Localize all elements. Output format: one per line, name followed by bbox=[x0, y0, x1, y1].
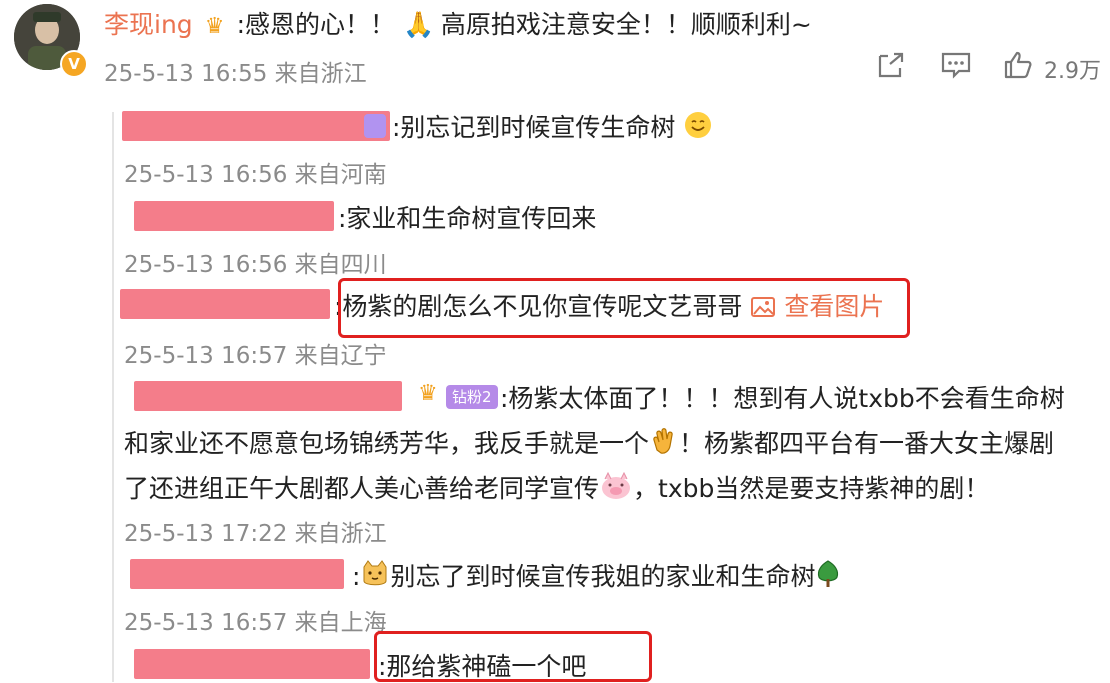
reply-1-timestamp: 25-5-13 16:56 bbox=[124, 162, 288, 188]
reply-5-text: 别忘了到时候宣传我姐的家业和生命树 bbox=[390, 562, 816, 591]
main-comment-text-2: 高原拍戏注意安全！！顺顺利利~ bbox=[440, 10, 812, 39]
reply-thread-line bbox=[112, 112, 114, 682]
reply-4-text-2a: 和家业还不愿意包场锦绣芳华，我反手就是一个 bbox=[124, 429, 650, 458]
reply-3-timestamp: 25-5-13 16:57 bbox=[124, 343, 288, 369]
cat-emoji-icon bbox=[360, 559, 390, 595]
reply-4-line-1: :杨紫太体面了！！！想到有人说txbb不会看生命树 bbox=[500, 379, 1065, 415]
verified-badge: V bbox=[60, 50, 88, 78]
main-comment-line: 李现ing ♛ :感恩的心！！ 🙏 高原拍戏注意安全！！顺顺利利~ bbox=[104, 5, 812, 41]
reply-2-location: 来自四川 bbox=[294, 252, 387, 278]
reply-1-location: 来自河南 bbox=[294, 162, 387, 188]
pig-emoji-icon bbox=[599, 471, 633, 507]
reply-1: :别忘记到时候宣传生命树 bbox=[392, 108, 713, 146]
reply-4-text-3b: ，txbb当然是要支持紫神的剧！ bbox=[633, 474, 990, 503]
pray-emoji-icon: 🙏 bbox=[402, 10, 435, 39]
like-button[interactable] bbox=[1003, 50, 1033, 80]
redacted-username bbox=[130, 559, 344, 589]
comment-button[interactable] bbox=[940, 50, 972, 80]
redacted-username bbox=[122, 111, 390, 141]
main-comment-text-1: :感恩的心！！ bbox=[236, 10, 396, 39]
crown-icon: ♛ bbox=[418, 381, 438, 406]
reply-2-timestamp: 25-5-13 16:56 bbox=[124, 252, 288, 278]
reply-5-prefix: : bbox=[352, 562, 361, 591]
like-icon bbox=[1003, 50, 1033, 80]
smile-emoji-icon bbox=[683, 110, 713, 146]
like-count: 2.9万 bbox=[1044, 59, 1101, 84]
reply-5-meta: 25-5-13 16:57 来自上海 bbox=[124, 603, 387, 637]
redacted-username bbox=[120, 289, 330, 319]
reply-1-meta: 25-5-13 16:56 来自河南 bbox=[124, 155, 387, 189]
main-location: 来自浙江 bbox=[274, 61, 367, 87]
clap-emoji-icon bbox=[649, 426, 679, 462]
redacted-username bbox=[134, 649, 370, 679]
redacted-username bbox=[134, 381, 402, 411]
reply-1-text: :别忘记到时候宣传生命树 bbox=[392, 113, 676, 142]
reply-5: : 别忘了到时候宣传我姐的家业和生命树 bbox=[352, 557, 841, 595]
share-button[interactable] bbox=[874, 50, 906, 80]
reply-4-location: 来自浙江 bbox=[294, 521, 387, 547]
share-icon bbox=[874, 50, 906, 80]
reply-4-line-2: 和家业还不愿意包场锦绣芳华，我反手就是一个 ！杨紫都四平台有一番大女主爆剧 bbox=[124, 424, 1054, 462]
main-timestamp: 25-5-13 16:55 bbox=[104, 61, 268, 87]
crown-icon: ♛ bbox=[204, 14, 225, 39]
highlight-box bbox=[338, 278, 910, 338]
redacted-username bbox=[134, 201, 334, 231]
main-comment-meta: 25-5-13 16:55 来自浙江 bbox=[104, 54, 367, 88]
reply-2-text: :家业和生命树宣传回来 bbox=[338, 204, 597, 233]
reply-4-text-2b: ！杨紫都四平台有一番大女主爆剧 bbox=[679, 429, 1055, 458]
reply-4-meta: 25-5-13 17:22 来自浙江 bbox=[124, 514, 387, 548]
reply-2-meta: 25-5-13 16:56 来自四川 bbox=[124, 245, 387, 279]
reply-3-meta: 25-5-13 16:57 来自辽宁 bbox=[124, 336, 387, 370]
reply-4-line-3: 了还进组正午大剧都人美心善给老同学宣传 ，txbb当然是要支持紫神的剧！ bbox=[124, 469, 989, 507]
reply-4-text-3a: 了还进组正午大剧都人美心善给老同学宣传 bbox=[124, 474, 600, 503]
reply-2: :家业和生命树宣传回来 bbox=[338, 199, 596, 235]
tree-emoji-icon bbox=[815, 559, 841, 595]
reply-4-text-1: :杨紫太体面了！！！想到有人说txbb不会看生命树 bbox=[500, 384, 1065, 413]
reply-3-location: 来自辽宁 bbox=[294, 343, 387, 369]
reply-5-location: 来自上海 bbox=[294, 610, 387, 636]
reply-5-timestamp: 25-5-13 16:57 bbox=[124, 610, 288, 636]
username[interactable]: 李现ing bbox=[104, 10, 193, 39]
fan-badge bbox=[364, 114, 386, 138]
comment-icon bbox=[940, 50, 972, 80]
fan-level-badge: 钻粉2 bbox=[446, 385, 498, 409]
reply-4-timestamp: 25-5-13 17:22 bbox=[124, 521, 288, 547]
highlight-box bbox=[374, 631, 652, 682]
